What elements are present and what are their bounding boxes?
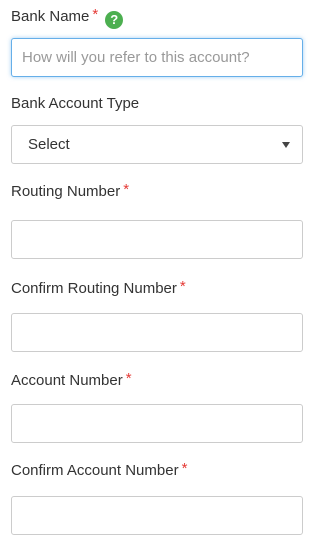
- caret-down-icon: [282, 142, 290, 148]
- required-asterisk: *: [123, 181, 130, 198]
- confirm-routing-number-label: Confirm Routing Number *: [11, 278, 186, 298]
- question-circle-icon[interactable]: ?: [105, 11, 124, 29]
- confirm-account-number-label-text: Confirm Account Number: [11, 462, 179, 479]
- confirm-account-number-input[interactable]: [11, 496, 303, 535]
- bank-account-type-select[interactable]: Select: [11, 125, 303, 164]
- required-asterisk: *: [125, 370, 132, 387]
- confirm-account-number-label: Confirm Account Number *: [11, 460, 188, 480]
- required-asterisk: *: [92, 6, 99, 23]
- bank-account-type-label: Bank Account Type: [11, 95, 140, 112]
- routing-number-label-text: Routing Number: [11, 183, 121, 200]
- confirm-routing-number-input[interactable]: [11, 313, 303, 352]
- required-asterisk: *: [179, 278, 186, 295]
- routing-number-input[interactable]: [11, 220, 303, 259]
- confirm-routing-number-label-text: Confirm Routing Number: [11, 280, 177, 297]
- bank-name-label-text: Bank Name: [11, 8, 90, 25]
- bank-name-label: Bank Name *?: [11, 6, 124, 29]
- bank-account-form: Bank Name*? Bank Account Type Select Rou…: [0, 0, 305, 539]
- required-asterisk: *: [181, 460, 188, 477]
- account-number-label: Account Number *: [11, 370, 132, 390]
- bank-account-type-value: Select: [28, 136, 70, 153]
- routing-number-label: Routing Number *: [11, 181, 130, 201]
- account-number-input[interactable]: [11, 404, 303, 443]
- bank-name-input[interactable]: [11, 38, 303, 77]
- account-number-label-text: Account Number: [11, 372, 123, 389]
